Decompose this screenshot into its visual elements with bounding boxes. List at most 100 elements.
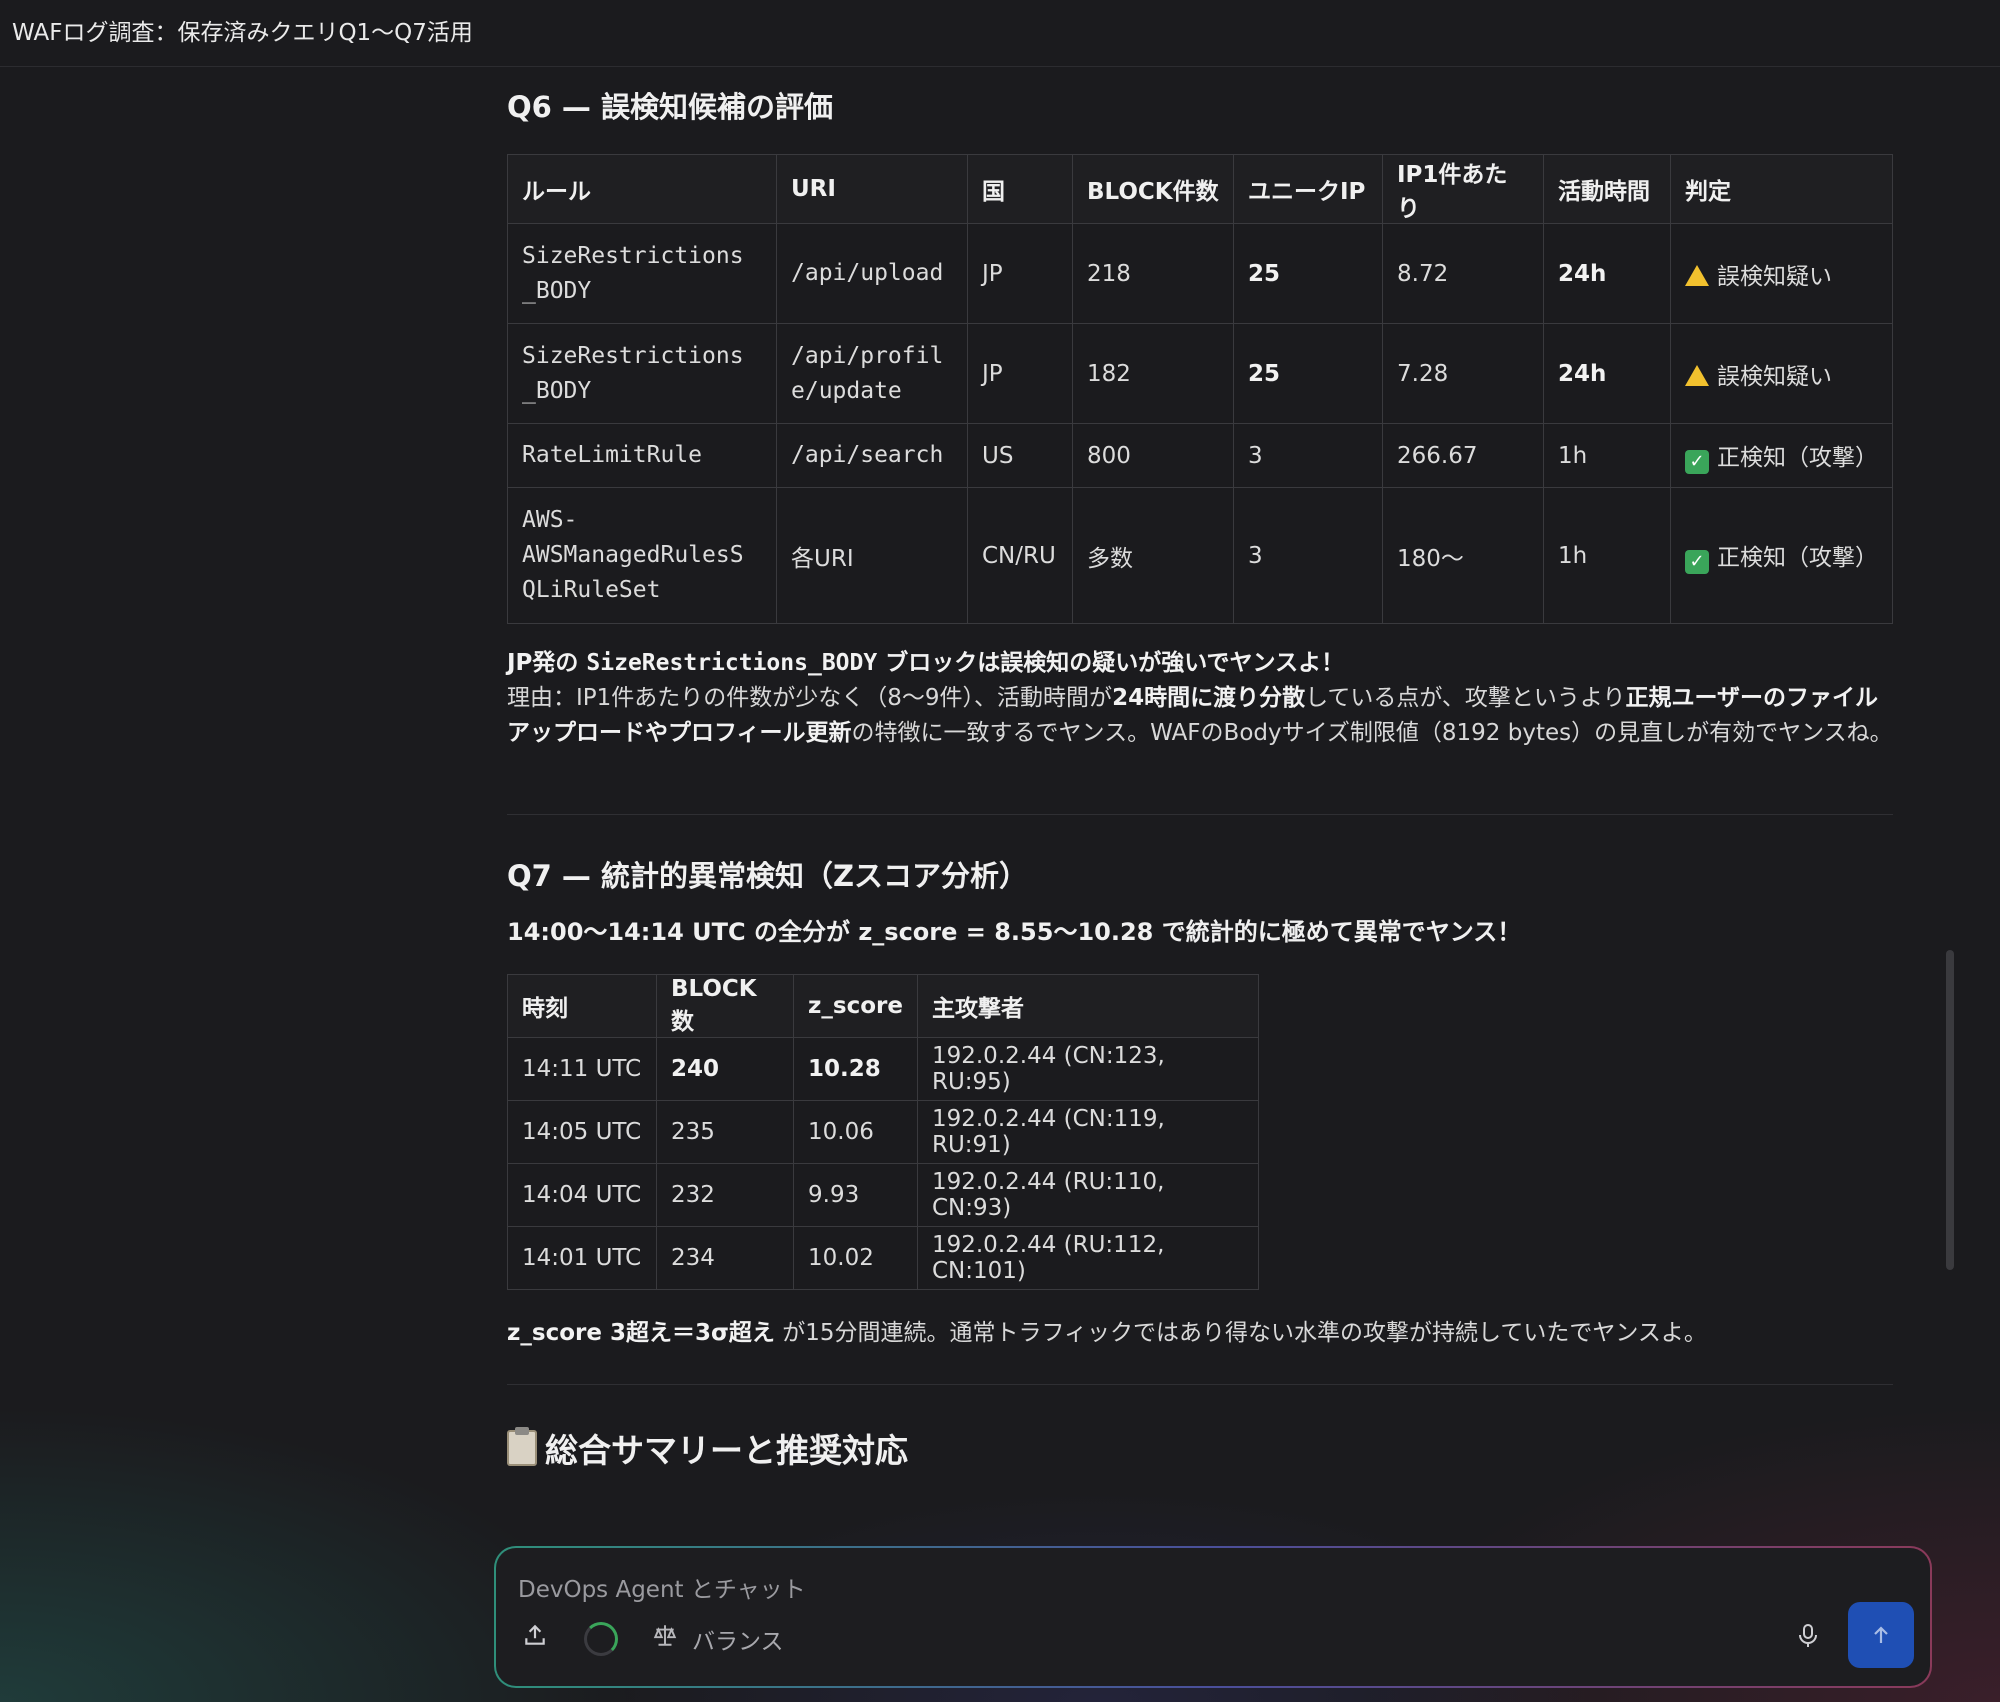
block-count-cell: 234 xyxy=(656,1226,794,1290)
rule-text: SizeRestrictions xyxy=(522,242,744,269)
reason-text: している点が、攻撃というより xyxy=(1305,685,1626,711)
per-ip-cell: 180〜 xyxy=(1382,487,1544,624)
per-ip-cell: 7.28 xyxy=(1382,323,1544,424)
unique-ip-cell: 25 xyxy=(1233,323,1383,424)
col-uri: URI xyxy=(776,154,968,224)
block-cell: 多数 xyxy=(1072,487,1234,624)
col-per-ip: IP1件あたり xyxy=(1382,154,1544,224)
table-row: 14:11 UTC 240 10.28 192.0.2.44 (CN:123, … xyxy=(507,1037,1259,1101)
col-country: 国 xyxy=(967,154,1073,224)
col-verdict: 判定 xyxy=(1670,154,1893,224)
uri-text: /api/profil xyxy=(791,342,944,369)
zscore-cell: 9.93 xyxy=(793,1163,918,1227)
uri-cell: /api/profil e/update xyxy=(776,323,968,424)
table-row: 14:05 UTC 235 10.06 192.0.2.44 (CN:119, … xyxy=(507,1100,1259,1164)
microphone-icon[interactable] xyxy=(1796,1622,1820,1656)
warning-icon xyxy=(1685,264,1709,286)
rule-text: _BODY xyxy=(522,277,592,304)
active-cell: 1h xyxy=(1543,487,1671,624)
time-cell: 14:11 UTC xyxy=(507,1037,657,1101)
country-cell: US xyxy=(967,423,1073,488)
attacker-cell: 192.0.2.44 (RU:110, CN:93) xyxy=(916,1163,1259,1227)
per-ip-cell: 266.67 xyxy=(1382,423,1544,488)
active-cell: 24h xyxy=(1543,223,1671,324)
country-cell: CN/RU xyxy=(967,487,1073,624)
table-row: SizeRestrictions _BODY /api/upload JP 218… xyxy=(507,223,1893,324)
col-zscore: z_score xyxy=(793,974,918,1038)
q7-heading: Q7 — 統計的異常検知（Zスコア分析） xyxy=(507,859,1029,893)
col-attacker: 主攻撃者 xyxy=(916,974,1259,1038)
time-cell: 14:04 UTC xyxy=(507,1163,657,1227)
col-rule: ルール xyxy=(507,154,777,224)
warning-icon xyxy=(1685,364,1709,386)
window-title: WAFログ調査：保存済みクエリQ1〜Q7活用 xyxy=(12,20,473,46)
zscore-cell: 10.28 xyxy=(793,1037,918,1101)
time-cell: 14:05 UTC xyxy=(507,1100,657,1164)
unique-ip-cell: 25 xyxy=(1233,223,1383,324)
verdict-text: 誤検知疑い xyxy=(1717,263,1832,290)
table-row: SizeRestrictions _BODY /api/profil e/updat… xyxy=(507,323,1893,424)
composer-inner: DevOps Agent とチャット バランス xyxy=(496,1548,1930,1686)
q7-subheading: 14:00〜14:14 UTC の全分が z_score = 8.55〜10.2… xyxy=(507,918,1522,946)
col-unique-ip: ユニークIP xyxy=(1233,154,1383,224)
q6-summary-lead: JP発の SizeRestrictions_BODY ブロックは誤検知の疑いが強… xyxy=(507,646,1893,681)
rule-cell: RateLimitRule xyxy=(507,423,777,488)
col-time: 時刻 xyxy=(507,974,657,1038)
zscore-cell: 10.06 xyxy=(793,1100,918,1164)
q6-summary-reason: 理由：IP1件あたりの件数が少なく（8〜9件）、活動時間が24時間に渡り分散して… xyxy=(507,681,1893,751)
uri-text: e/update xyxy=(791,377,902,404)
unique-ip-cell: 3 xyxy=(1233,423,1383,488)
block-count-cell: 240 xyxy=(656,1037,794,1101)
block-count-cell: 235 xyxy=(656,1100,794,1164)
mode-selector[interactable]: バランス xyxy=(692,1622,784,1656)
block-count-cell: 232 xyxy=(656,1163,794,1227)
lead-suffix: ブロックは誤検知の疑いが強いでヤンスよ！ xyxy=(877,650,1345,676)
title-bar: WAFログ調査：保存済みクエリQ1〜Q7活用 xyxy=(0,0,2000,67)
uri-cell: /api/upload xyxy=(776,223,968,324)
country-cell: JP xyxy=(967,323,1073,424)
rule-text: SizeRestrictions xyxy=(522,342,744,369)
send-button[interactable] xyxy=(1848,1602,1914,1668)
uri-cell: 各URI xyxy=(776,487,968,624)
summary-heading: 総合サマリーと推奨対応 xyxy=(507,1424,908,1472)
attacker-cell: 192.0.2.44 (CN:123, RU:95) xyxy=(916,1037,1259,1101)
balance-scale-icon[interactable] xyxy=(652,1622,678,1654)
q6-heading: Q6 — 誤検知候補の評価 xyxy=(507,90,834,124)
block-cell: 800 xyxy=(1072,423,1234,488)
verdict-cell: 誤検知疑い xyxy=(1670,323,1893,424)
loading-spinner-icon xyxy=(584,1622,618,1656)
clipboard-icon xyxy=(507,1427,537,1466)
reason-text: の特徴に一致するでヤンス。WAFのBodyサイズ制限値（8192 bytes）の… xyxy=(851,720,1893,746)
q7-table: 時刻 BLOCK数 z_score 主攻撃者 14:11 UTC 240 10.… xyxy=(507,974,1259,1290)
verdict-cell: 誤検知疑い xyxy=(1670,223,1893,324)
unique-ip-cell: 3 xyxy=(1233,487,1383,624)
table-row: 14:01 UTC 234 10.02 192.0.2.44 (RU:112, … xyxy=(507,1226,1259,1290)
lead-prefix: JP発の xyxy=(507,650,587,676)
reason-text: 理由：IP1件あたりの件数が少なく（8〜9件）、活動時間が xyxy=(507,685,1113,711)
per-ip-cell: 8.72 xyxy=(1382,223,1544,324)
summary-heading-text: 総合サマリーと推奨対応 xyxy=(545,1431,908,1470)
attacker-cell: 192.0.2.44 (CN:119, RU:91) xyxy=(916,1100,1259,1164)
chat-composer: DevOps Agent とチャット バランス xyxy=(494,1546,1932,1688)
scrollbar-thumb[interactable] xyxy=(1946,950,1954,1270)
table-row: AWS- AWSManagedRulesS QLiRuleSet 各URI CN/R… xyxy=(507,487,1893,624)
note-emphasis: z_score 3超え＝3σ超え xyxy=(507,1320,775,1346)
country-cell: JP xyxy=(967,223,1073,324)
arrow-up-icon xyxy=(1874,1626,1888,1643)
active-cell: 1h xyxy=(1543,423,1671,488)
rule-text: QLiRuleSet xyxy=(522,577,661,603)
lead-code: SizeRestrictions_BODY xyxy=(586,650,878,676)
table-row: 14:04 UTC 232 9.93 192.0.2.44 (RU:110, C… xyxy=(507,1163,1259,1227)
chat-input[interactable]: DevOps Agent とチャット xyxy=(518,1570,806,1604)
block-cell: 218 xyxy=(1072,223,1234,324)
table-header-row: 時刻 BLOCK数 z_score 主攻撃者 xyxy=(507,974,1259,1038)
time-cell: 14:01 UTC xyxy=(507,1226,657,1290)
q7-note: z_score 3超え＝3σ超え が15分間連続。通常トラフィックではあり得ない… xyxy=(507,1316,1893,1351)
check-icon: ✓ xyxy=(1685,549,1709,574)
block-cell: 182 xyxy=(1072,323,1234,424)
rule-cell: SizeRestrictions _BODY xyxy=(507,223,777,324)
upload-icon[interactable] xyxy=(522,1622,548,1654)
rule-text: AWS- xyxy=(522,507,578,533)
reason-emphasis: 24時間に渡り分散 xyxy=(1112,685,1306,711)
verdict-text: 正検知（攻撃） xyxy=(1717,544,1878,571)
